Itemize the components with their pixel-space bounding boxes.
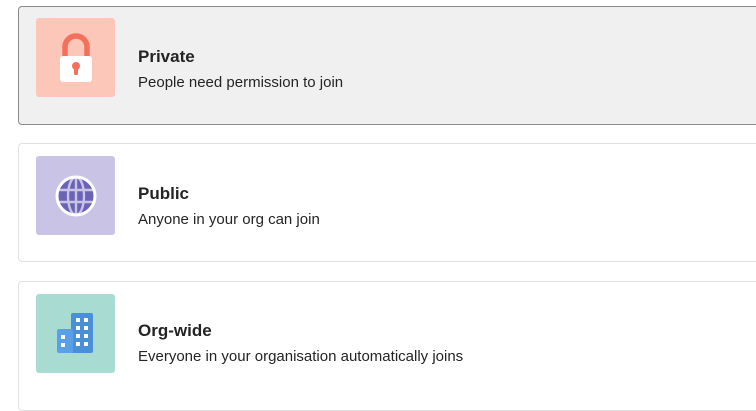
org-wide-icon-tile — [36, 294, 115, 373]
option-org-wide[interactable]: Org-wide Everyone in your organisation a… — [18, 281, 756, 411]
team-privacy-options: Private People need permission to join P… — [0, 0, 756, 411]
option-description: Anyone in your org can join — [138, 211, 320, 228]
option-public[interactable]: Public Anyone in your org can join — [18, 143, 756, 262]
public-icon-tile — [36, 156, 115, 235]
option-title: Private — [138, 47, 195, 66]
globe-icon — [55, 175, 96, 216]
building-icon — [56, 312, 93, 353]
private-icon-tile — [36, 18, 115, 97]
option-description: People need permission to join — [138, 74, 344, 91]
option-description: Everyone in your organisation automatica… — [138, 348, 464, 365]
option-title: Org-wide — [138, 321, 212, 340]
lock-icon — [59, 32, 92, 82]
option-title: Public — [138, 184, 190, 203]
option-private[interactable]: Private People need permission to join — [18, 6, 756, 125]
